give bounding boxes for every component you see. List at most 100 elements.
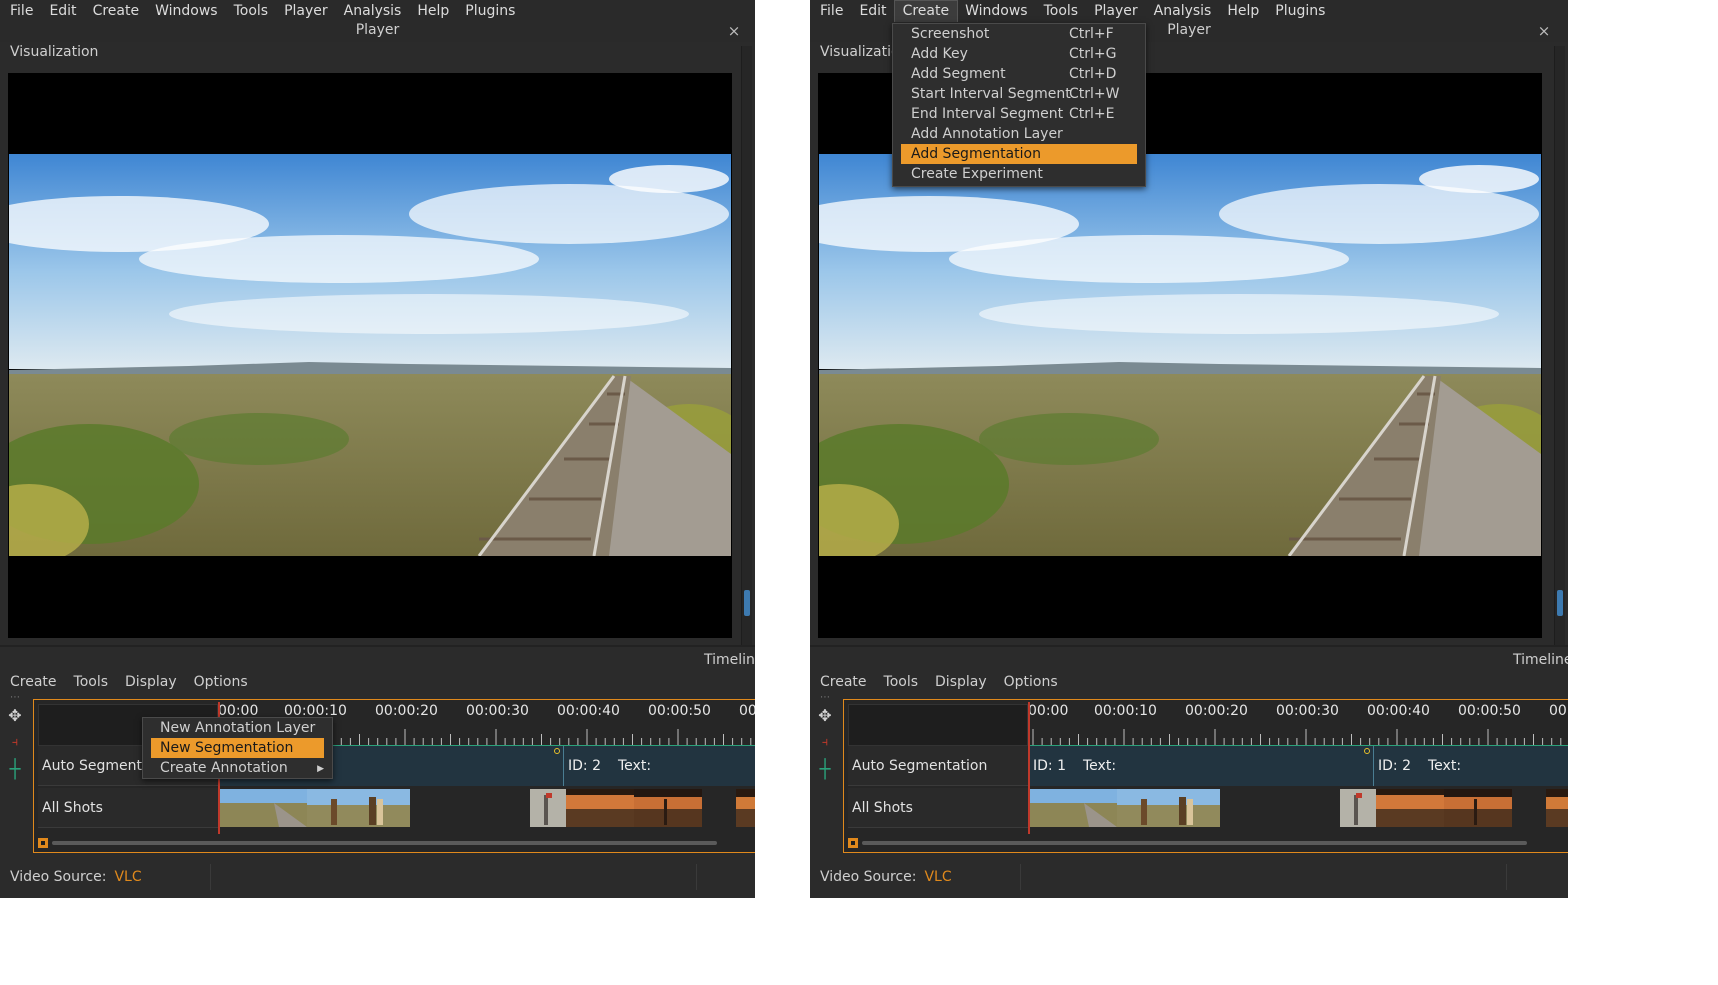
menu-create[interactable]: Create	[893, 0, 959, 23]
timeline-scroll-track[interactable]	[862, 841, 1527, 845]
timeline-scroll-button[interactable]	[848, 838, 858, 848]
timeline-menu-display[interactable]: Display	[928, 672, 994, 692]
menu-plugins[interactable]: Plugins	[457, 1, 523, 22]
menu-item-start-interval-segment[interactable]: Start Interval Segment Ctrl+W	[893, 84, 1145, 104]
menu-plugins[interactable]: Plugins	[1267, 1, 1333, 22]
menu-tools[interactable]: Tools	[226, 1, 277, 22]
status-bar: Video Source: VLC	[0, 862, 755, 892]
track-label-all-shots[interactable]: All Shots	[848, 788, 1028, 828]
menu-windows[interactable]: Windows	[957, 1, 1036, 22]
menu-item-add-segmentation[interactable]: Add Segmentation	[901, 144, 1137, 164]
timeline-menu-display[interactable]: Display	[118, 672, 184, 692]
shot-thumbnail[interactable]	[219, 789, 307, 827]
timeline-menu-create[interactable]: Create	[813, 672, 874, 692]
grip-icon: ⋯	[820, 692, 830, 703]
split-icon[interactable]: ⫞	[814, 732, 836, 754]
menu-item-shortcut: Ctrl+E	[1069, 106, 1115, 122]
move-icon[interactable]: ✥	[814, 705, 836, 727]
shot-thumbnail[interactable]	[1117, 789, 1220, 827]
video-image	[9, 154, 731, 556]
menu-tools[interactable]: Tools	[1036, 1, 1087, 22]
status-divider	[210, 864, 211, 890]
timeline-scroll-button[interactable]	[38, 838, 48, 848]
timeline-scrollbar[interactable]	[848, 838, 1568, 848]
timeline-menu-tools[interactable]: Tools	[877, 672, 926, 692]
playhead[interactable]	[1028, 702, 1030, 834]
menu-item-add-annotation-layer[interactable]: Add Annotation Layer	[893, 124, 1145, 144]
shots-track[interactable]	[218, 788, 755, 828]
timeline-menu-options[interactable]: Options	[997, 672, 1065, 692]
panel-divider[interactable]	[810, 645, 1568, 647]
menu-help[interactable]: Help	[1219, 1, 1267, 22]
shot-thumbnail[interactable]	[736, 789, 755, 827]
add-cut-icon[interactable]: ┼	[4, 759, 26, 781]
shot-thumbnail[interactable]	[1340, 789, 1376, 827]
player-scrollbar[interactable]	[741, 46, 752, 646]
timeline-scrollbar[interactable]	[38, 838, 755, 848]
status-divider	[1506, 864, 1507, 890]
segment-2[interactable]: ID: 2 Text:	[1373, 746, 1568, 786]
status-bar: Video Source: VLC	[810, 862, 1568, 892]
timeline-menu-tools[interactable]: Tools	[67, 672, 116, 692]
menu-item-label: Add Segmentation	[911, 146, 1041, 162]
menu-windows[interactable]: Windows	[147, 1, 226, 22]
menu-item-screenshot[interactable]: Screenshot Ctrl+F	[893, 24, 1145, 44]
menu-player[interactable]: Player	[276, 1, 336, 22]
panel-divider[interactable]	[0, 645, 755, 647]
menu-create[interactable]: Create	[85, 1, 148, 22]
time-ruler[interactable]: 00:00 00:00:10 00:00:20 00:00:30 00:00:4…	[1028, 702, 1568, 748]
add-cut-icon[interactable]: ┼	[814, 759, 836, 781]
menu-item-create-experiment[interactable]: Create Experiment	[893, 164, 1145, 184]
video-source-label: Video Source:	[820, 869, 917, 885]
track-label-auto-segmentation[interactable]: Auto Segmentation	[848, 746, 1028, 786]
scrollbar-handle[interactable]	[744, 590, 750, 616]
menu-item-end-interval-segment[interactable]: End Interval Segment Ctrl+E	[893, 104, 1145, 124]
timeline-menu-create[interactable]: Create	[3, 672, 64, 692]
shots-track[interactable]	[1028, 788, 1568, 828]
timeline-title: Timeline	[704, 652, 755, 668]
split-icon[interactable]: ⫞	[4, 732, 26, 754]
ruler-label: 00:00:40	[557, 703, 620, 719]
menu-file[interactable]: File	[812, 1, 851, 22]
segment-1[interactable]: ID: 1 Text:	[1028, 746, 1374, 786]
shot-thumbnail[interactable]	[1376, 789, 1444, 827]
menu-file[interactable]: File	[2, 1, 41, 22]
timeline-panel: 00:00 00:00:10 00:00:20 00:00:30 00:00:4…	[843, 699, 1568, 853]
segment-id: ID: 2	[1378, 758, 1411, 774]
segment-marker[interactable]	[554, 748, 560, 754]
menu-analysis[interactable]: Analysis	[1146, 1, 1220, 22]
move-icon[interactable]: ✥	[4, 705, 26, 727]
timeline-header	[848, 704, 1028, 746]
ruler-label: 00:00:30	[1276, 703, 1339, 719]
segment-marker[interactable]	[1364, 748, 1370, 754]
menu-item-add-segment[interactable]: Add Segment Ctrl+D	[893, 64, 1145, 84]
context-item-create-annotation[interactable]: Create Annotation ▶	[143, 758, 332, 778]
shot-thumbnail[interactable]	[1546, 789, 1568, 827]
close-icon[interactable]: ×	[727, 22, 741, 40]
menu-item-add-key[interactable]: Add Key Ctrl+G	[893, 44, 1145, 64]
context-item-new-segmentation[interactable]: New Segmentation	[151, 738, 324, 758]
segmentation-track[interactable]: ID: 1 Text: ID: 2 Text:	[1028, 746, 1568, 786]
menu-help[interactable]: Help	[409, 1, 457, 22]
menu-edit[interactable]: Edit	[41, 1, 84, 22]
track-label-all-shots[interactable]: All Shots	[38, 788, 218, 828]
shot-thumbnail[interactable]	[634, 789, 702, 827]
scrollbar-handle[interactable]	[1557, 590, 1563, 616]
shot-thumbnail[interactable]	[307, 789, 410, 827]
menu-player[interactable]: Player	[1086, 1, 1146, 22]
timeline-tools: ⋯ ✥ ⫞ ┼	[812, 692, 838, 854]
ruler-label: 00:00:40	[1367, 703, 1430, 719]
shot-thumbnail[interactable]	[1444, 789, 1512, 827]
shot-thumbnail[interactable]	[530, 789, 566, 827]
context-item-new-annotation-layer[interactable]: New Annotation Layer	[143, 718, 332, 738]
menu-analysis[interactable]: Analysis	[336, 1, 410, 22]
menu-edit[interactable]: Edit	[851, 1, 894, 22]
segment-2[interactable]: ID: 2 Text:	[563, 746, 755, 786]
shot-thumbnail[interactable]	[1029, 789, 1117, 827]
shot-thumbnail[interactable]	[566, 789, 634, 827]
close-icon[interactable]: ×	[1537, 22, 1551, 40]
video-source-value: VLC	[114, 869, 142, 885]
timeline-menu-options[interactable]: Options	[187, 672, 255, 692]
player-scrollbar[interactable]	[1554, 46, 1565, 646]
timeline-scroll-track[interactable]	[52, 841, 717, 845]
